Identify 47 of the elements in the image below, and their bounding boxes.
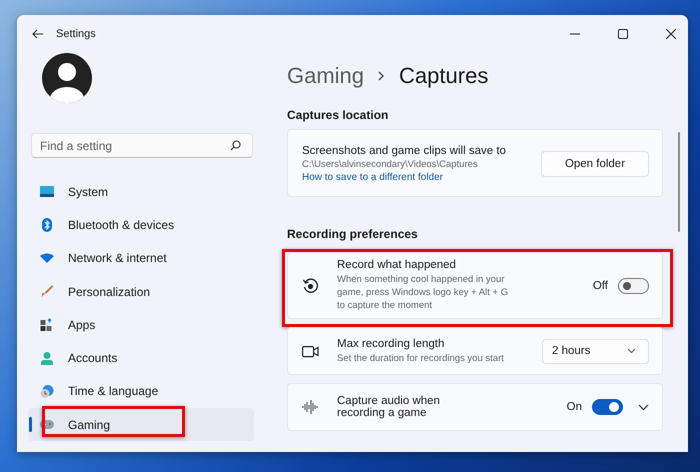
- chevron-down-icon[interactable]: [638, 404, 649, 410]
- section-heading: Captures location: [287, 108, 390, 122]
- brush-icon: [40, 285, 54, 298]
- toggle-switch[interactable]: [618, 278, 649, 294]
- monitor-icon: [40, 186, 54, 198]
- bluetooth-icon: [40, 218, 54, 232]
- circular-arrow-dot-icon: [302, 278, 319, 294]
- folder-path: C:\Users\alvinsecondary\Videos\Captures: [302, 158, 479, 170]
- search-field[interactable]: Find a setting: [31, 133, 253, 158]
- apps-icon: [40, 318, 54, 332]
- sidebar-item[interactable]: Accounts: [28, 341, 254, 375]
- video-camera-icon: [302, 344, 319, 358]
- sidebar-item[interactable]: Personalization: [28, 274, 254, 308]
- setting-description: When something cool happened in your game, press Windows logo key + Alt + G to capture the moment: [337, 273, 510, 312]
- setting-title: Capture audio when recording a game: [337, 395, 441, 419]
- avatar-silhouette-icon: [42, 53, 92, 103]
- globe-clock-icon: [40, 384, 54, 398]
- dropdown[interactable]: 2 hours: [542, 338, 649, 364]
- sidebar-item[interactable]: Bluetooth & devices: [28, 208, 254, 242]
- chevron-right-icon: [378, 71, 386, 81]
- setting-title: Max recording length: [337, 338, 446, 350]
- section-heading: Recording preferences: [287, 227, 419, 241]
- setting-description: Set the duration for recordings you start: [337, 352, 505, 364]
- setting-title: Record what happened: [337, 259, 457, 271]
- toggle-state-label: On: [566, 401, 582, 413]
- person-icon: [40, 352, 54, 365]
- page-title: Captures: [399, 63, 488, 89]
- chevron-down-icon: [627, 348, 636, 354]
- sidebar-item[interactable]: Gaming: [28, 408, 254, 442]
- toggle-switch[interactable]: [592, 399, 623, 415]
- wifi-icon: [40, 253, 54, 264]
- sound-wave-icon: [302, 400, 319, 414]
- toggle-state-label: Off: [592, 280, 608, 292]
- maximize-icon[interactable]: [618, 29, 628, 39]
- sidebar-item[interactable]: System: [28, 175, 254, 208]
- breadcrumb-parent[interactable]: Gaming: [287, 63, 364, 89]
- open-folder-button[interactable]: Open folder: [541, 150, 649, 176]
- close-icon[interactable]: [666, 29, 676, 39]
- search-icon: [230, 140, 241, 151]
- back-arrow-icon[interactable]: [32, 29, 44, 39]
- window-title: Settings: [56, 28, 96, 40]
- sidebar-item[interactable]: Network & internet: [28, 242, 254, 275]
- scrollbar[interactable]: [678, 132, 680, 232]
- location-description: Screenshots and game clips will save to: [302, 144, 507, 156]
- sidebar-item[interactable]: Apps: [28, 308, 254, 342]
- help-link[interactable]: How to save to a different folder: [302, 172, 541, 182]
- sidebar-item[interactable]: Time & language: [28, 374, 254, 408]
